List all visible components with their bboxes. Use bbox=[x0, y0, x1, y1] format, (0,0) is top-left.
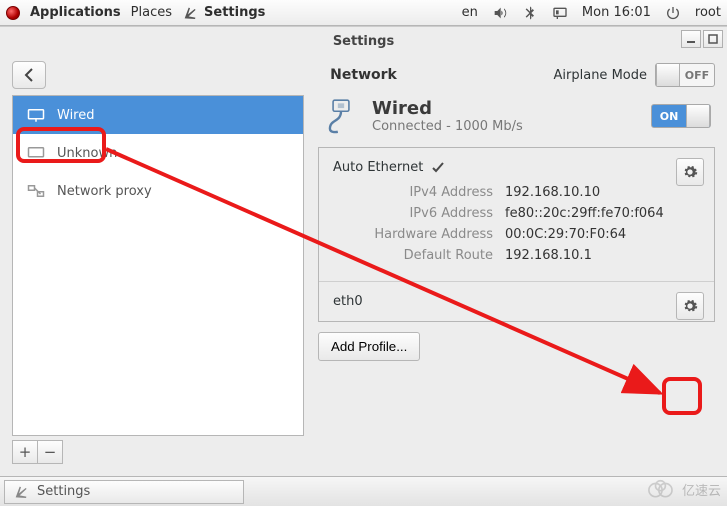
bluetooth-icon[interactable] bbox=[522, 5, 538, 21]
taskbar-item-settings[interactable]: Settings bbox=[4, 480, 244, 504]
gear-icon bbox=[682, 164, 698, 180]
keyboard-layout-indicator[interactable]: en bbox=[462, 5, 478, 20]
ipv4-value: 192.168.10.10 bbox=[505, 185, 600, 200]
connection-details-pane: Wired Connected - 1000 Mb/s ON Auto Ethe… bbox=[318, 95, 715, 464]
sidebar-item-unknown[interactable]: Unknown bbox=[13, 134, 303, 172]
window-minimize-button[interactable] bbox=[681, 30, 701, 48]
add-connection-button[interactable]: + bbox=[12, 440, 38, 464]
window-maximize-button[interactable] bbox=[703, 30, 723, 48]
switch-off-label: OFF bbox=[680, 69, 714, 82]
active-check-icon bbox=[431, 161, 445, 175]
sidebar-item-wired[interactable]: Wired bbox=[13, 96, 303, 134]
back-button[interactable] bbox=[12, 61, 46, 89]
window-titlebar: Settings bbox=[0, 27, 727, 55]
taskbar: Settings bbox=[0, 476, 727, 506]
switch-knob bbox=[656, 64, 680, 86]
hw-value: 00:0C:29:70:F0:64 bbox=[505, 227, 626, 242]
unknown-network-icon bbox=[27, 146, 45, 160]
clock[interactable]: Mon 16:01 bbox=[582, 5, 651, 20]
settings-subheader: Network Airplane Mode OFF bbox=[0, 55, 727, 95]
gear-icon bbox=[682, 298, 698, 314]
top-panel: Applications Places Settings en Mon 16:0… bbox=[0, 0, 727, 26]
ipv6-label: IPv6 Address bbox=[333, 206, 493, 221]
sidebar-list: Wired Unknown Network proxy bbox=[12, 95, 304, 436]
ipv4-label: IPv4 Address bbox=[333, 185, 493, 200]
volume-icon[interactable] bbox=[492, 5, 508, 21]
chevron-left-icon bbox=[23, 68, 35, 82]
hw-label: Hardware Address bbox=[333, 227, 493, 242]
proxy-icon bbox=[27, 184, 45, 198]
interface-section: eth0 bbox=[319, 282, 714, 321]
add-profile-button[interactable]: Add Profile... bbox=[318, 332, 420, 361]
sidebar-item-label: Wired bbox=[57, 108, 95, 123]
distro-logo-icon bbox=[6, 6, 20, 20]
ipv6-value: fe80::20c:29ff:fe70:f064 bbox=[505, 206, 664, 221]
network-status-icon[interactable] bbox=[552, 5, 568, 21]
active-app-indicator[interactable]: Settings bbox=[182, 5, 265, 21]
connection-info-box: Auto Ethernet IPv4 Address192.168.10.10 … bbox=[318, 147, 715, 322]
connection-status: Connected - 1000 Mb/s bbox=[372, 119, 523, 134]
airplane-mode-label: Airplane Mode bbox=[554, 68, 647, 83]
watermark-text: 亿速云 bbox=[682, 480, 721, 499]
switch-on-label: ON bbox=[652, 110, 686, 123]
profile-section: Auto Ethernet IPv4 Address192.168.10.10 … bbox=[319, 148, 714, 282]
connection-title: Wired bbox=[372, 98, 523, 119]
settings-app-icon bbox=[182, 5, 198, 21]
interface-name: eth0 bbox=[333, 294, 363, 309]
profile-name: Auto Ethernet bbox=[333, 160, 423, 175]
taskbar-item-label: Settings bbox=[37, 484, 90, 499]
switch-knob bbox=[686, 105, 710, 127]
remove-connection-button[interactable]: − bbox=[37, 440, 63, 464]
panel-heading: Network bbox=[330, 67, 397, 83]
window-title: Settings bbox=[333, 34, 394, 49]
power-icon[interactable] bbox=[665, 5, 681, 21]
settings-task-icon bbox=[13, 484, 29, 500]
wired-network-icon bbox=[27, 108, 45, 122]
network-sidebar: Wired Unknown Network proxy + − bbox=[12, 95, 304, 464]
airplane-mode-switch[interactable]: OFF bbox=[655, 63, 715, 87]
wired-connection-icon bbox=[322, 97, 360, 135]
settings-window: Settings Network Airplane Mode OFF Wired bbox=[0, 26, 727, 476]
sidebar-item-label: Unknown bbox=[57, 146, 117, 161]
sidebar-item-label: Network proxy bbox=[57, 184, 152, 199]
menu-places[interactable]: Places bbox=[131, 5, 172, 20]
interface-settings-button[interactable] bbox=[676, 292, 704, 320]
menu-applications[interactable]: Applications bbox=[30, 5, 121, 20]
sidebar-item-proxy[interactable]: Network proxy bbox=[13, 172, 303, 210]
route-value: 192.168.10.1 bbox=[505, 248, 592, 263]
route-label: Default Route bbox=[333, 248, 493, 263]
user-menu[interactable]: root bbox=[695, 5, 721, 20]
watermark: 亿速云 bbox=[644, 478, 721, 500]
profile-settings-button[interactable] bbox=[676, 158, 704, 186]
active-app-label: Settings bbox=[204, 5, 265, 20]
connection-enable-switch[interactable]: ON bbox=[651, 104, 711, 128]
